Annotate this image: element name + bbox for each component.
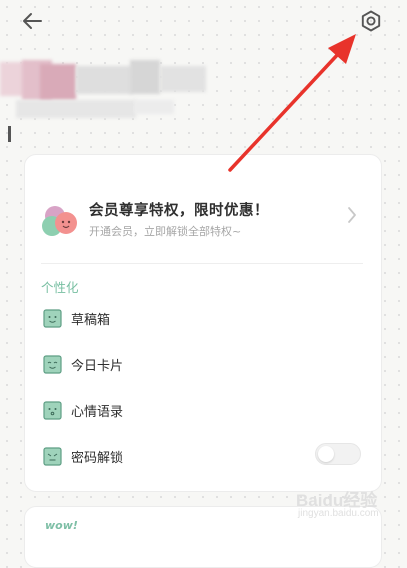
member-avatars [41,203,83,239]
settings-button[interactable] [358,8,384,34]
wow-label: wow! [45,519,78,532]
text-cursor [8,126,11,142]
promo-arrow [345,205,359,225]
menu-item-drafts[interactable]: 草稿箱 [25,305,381,335]
menu-label: 心情语录 [71,405,124,420]
menu-label: 密码解锁 [71,451,124,466]
toggle-knob [318,446,334,462]
face-icon [43,355,62,374]
back-button[interactable] [20,8,46,34]
gear-icon [361,10,381,32]
menu-label: 今日卡片 [71,359,124,374]
promo-subtitle: 开通会员，立即解锁全部特权~ [89,225,242,238]
menu-item-mood-quotes[interactable]: 心情语录 [25,397,381,427]
divider [41,263,363,264]
menu-item-password-unlock[interactable]: 密码解锁 [25,443,381,473]
face-icon [43,309,62,328]
membership-promo[interactable]: 会员尊享特权，限时优惠！ 开通会员，立即解锁全部特权~ [25,195,381,265]
section-title-personalization: 个性化 [41,280,79,295]
menu-label: 草稿箱 [71,313,111,328]
face-icon [43,447,62,466]
watermark-sub: jingyan.baidu.com [298,508,379,519]
chevron-right-icon [348,207,356,223]
face-icon [43,401,62,420]
avatar-cluster-icon [42,206,77,236]
promo-title: 会员尊享特权，限时优惠！ [89,203,269,219]
password-unlock-toggle[interactable] [315,443,361,465]
member-card: 会员尊享特权，限时优惠！ 开通会员，立即解锁全部特权~ 个性化 草稿箱 今日卡片 [24,154,382,492]
arrow-left-icon [23,13,42,29]
baidu-watermark: Baidu经验 jingyan.baidu.com [290,486,400,528]
menu-item-daily-card[interactable]: 今日卡片 [25,351,381,381]
